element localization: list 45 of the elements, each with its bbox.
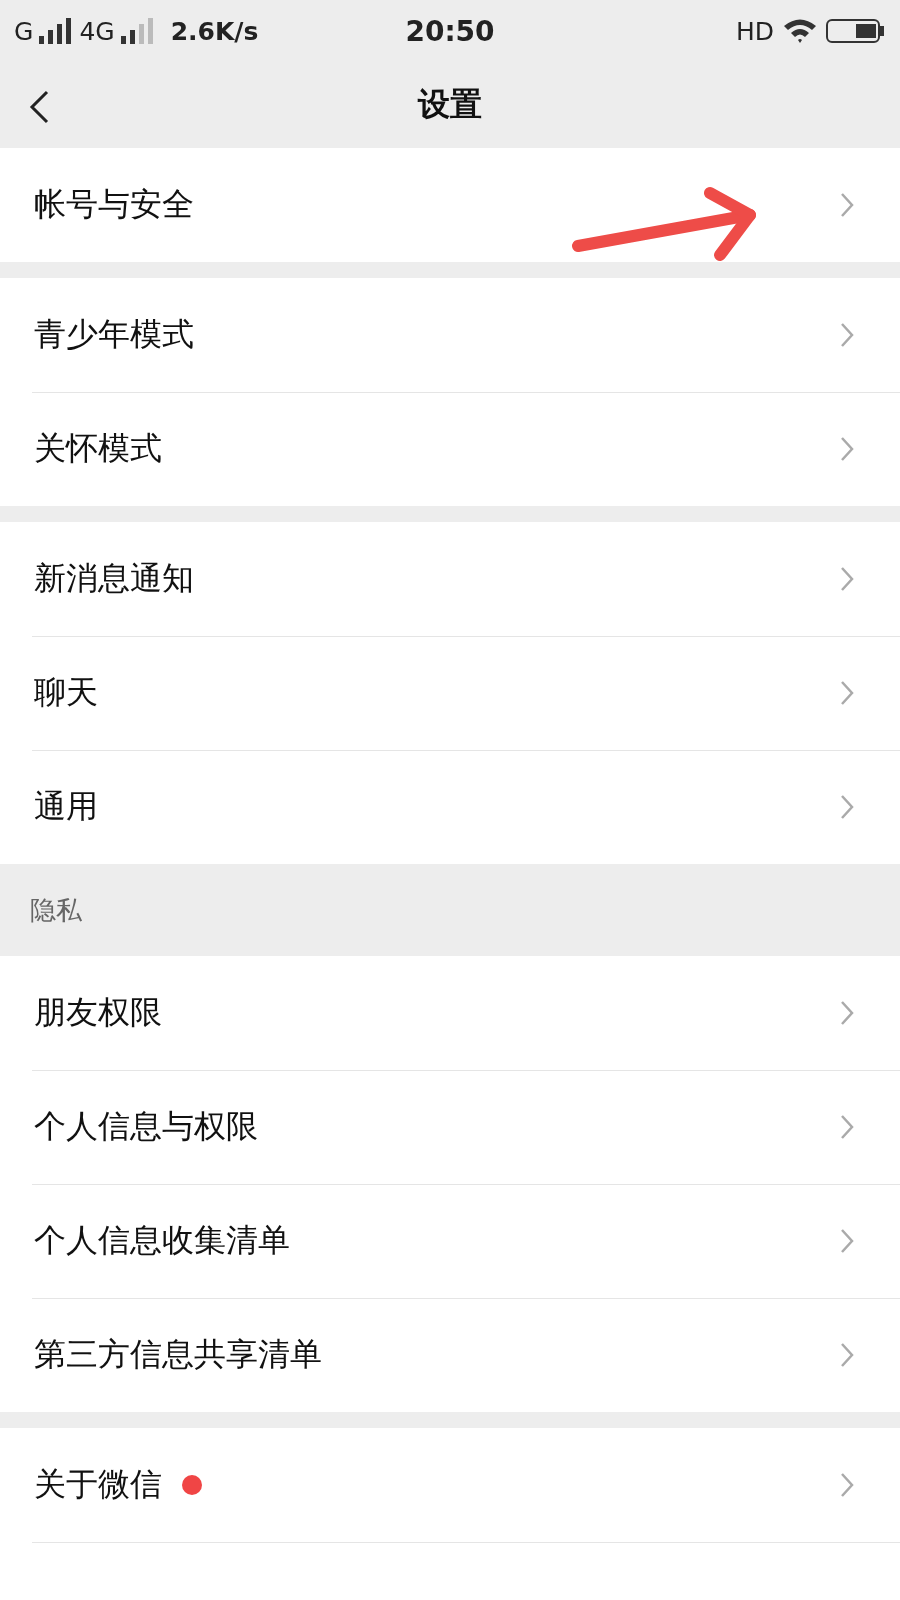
item-label: 第三方信息共享清单 [34, 1334, 322, 1375]
item-label: 通用 [34, 786, 98, 827]
network-speed: 2.6K/s [170, 16, 259, 46]
signal-icon [39, 18, 74, 44]
settings-item[interactable]: 通用 [0, 750, 900, 864]
battery-icon [826, 18, 886, 44]
item-label: 青少年模式 [34, 314, 194, 355]
item-label: 关于微信 [34, 1464, 162, 1505]
settings-item[interactable]: 关怀模式 [0, 392, 900, 506]
item-label: 关怀模式 [34, 428, 162, 469]
chevron-icon [840, 1228, 854, 1254]
clock: 20:50 [405, 14, 495, 48]
item-label: 聊天 [34, 672, 98, 713]
wifi-icon [782, 17, 818, 45]
chevron-icon [840, 1000, 854, 1026]
network-type: G [14, 16, 34, 46]
page-title: 设置 [418, 84, 482, 125]
chevron-icon [840, 436, 854, 462]
settings-item[interactable]: 帐号与安全 [0, 148, 900, 262]
settings-item[interactable]: 新消息通知 [0, 522, 900, 636]
chevron-icon [840, 680, 854, 706]
chevron-icon [840, 566, 854, 592]
settings-item[interactable]: 聊天 [0, 636, 900, 750]
back-icon[interactable] [28, 90, 50, 124]
settings-item[interactable]: 个人信息收集清单 [0, 1184, 900, 1298]
settings-item[interactable]: 个人信息与权限 [0, 1070, 900, 1184]
chevron-icon [840, 322, 854, 348]
item-label: 新消息通知 [34, 558, 194, 599]
network-type: 4G [79, 16, 115, 46]
chevron-icon [840, 1342, 854, 1368]
section-header: 隐私 [30, 893, 82, 927]
item-label: 个人信息收集清单 [34, 1220, 290, 1261]
chevron-icon [840, 794, 854, 820]
hd-indicator: HD [735, 16, 774, 46]
settings-item[interactable]: 朋友权限 [0, 956, 900, 1070]
chevron-icon [840, 1114, 854, 1140]
settings-item[interactable]: 青少年模式 [0, 278, 900, 392]
settings-item[interactable]: 关于微信 [0, 1428, 900, 1542]
item-label: 帐号与安全 [34, 184, 194, 225]
item-label: 朋友权限 [34, 992, 162, 1033]
settings-item[interactable]: 第三方信息共享清单 [0, 1298, 900, 1412]
signal-icon [120, 18, 155, 44]
chevron-icon [840, 1472, 854, 1498]
chevron-icon [840, 192, 854, 218]
item-label: 个人信息与权限 [34, 1106, 258, 1147]
